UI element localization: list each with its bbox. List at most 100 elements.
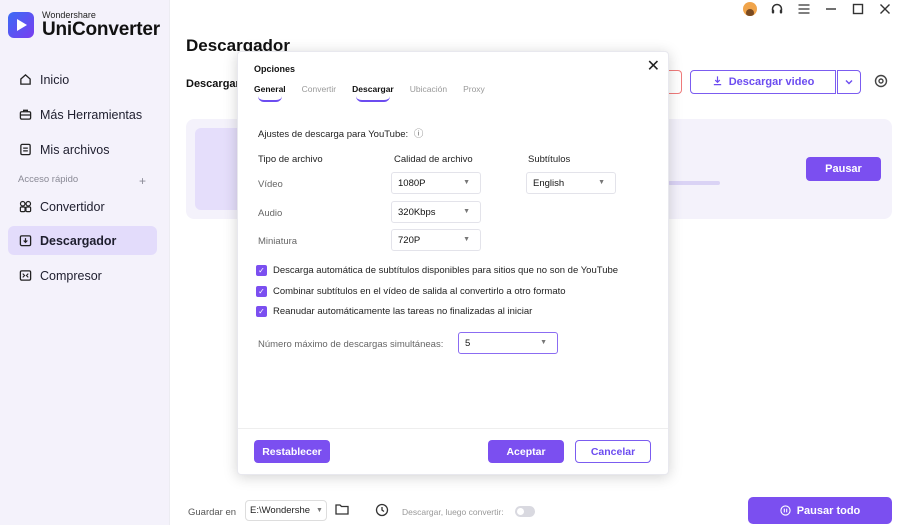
auto-subtitles-label: Descarga automática de subtítulos dispon…: [273, 265, 619, 276]
schedule-clock-icon[interactable]: [375, 503, 389, 517]
minimize-icon[interactable]: [824, 2, 838, 16]
sidebar: Wondershare UniConverter Inicio Más Herr…: [0, 0, 170, 525]
max-downloads-label: Número máximo de descargas simultáneas:: [258, 339, 444, 350]
row-label-thumbnail: Miniatura: [258, 236, 298, 247]
sidebar-item-label: Mis archivos: [40, 142, 110, 157]
quick-access-header: Acceso rápido +: [18, 174, 146, 188]
merge-subtitles-checkbox[interactable]: ✓: [256, 286, 267, 297]
accept-button[interactable]: Aceptar: [488, 440, 564, 463]
save-path-value: E:\Wondershe: [250, 505, 311, 516]
row-label-video: Vídeo: [258, 179, 283, 190]
chevron-down-icon: ▼: [540, 339, 547, 346]
merge-subtitles-label: Combinar subtítulos en el vídeo de salid…: [273, 286, 566, 297]
auto-subtitles-checkbox[interactable]: ✓: [256, 265, 267, 276]
sidebar-item-label: Descargador: [40, 233, 117, 248]
sidebar-item-label: Convertidor: [40, 199, 105, 214]
tab-convertir[interactable]: Convertir: [302, 84, 336, 94]
cancel-button[interactable]: Cancelar: [575, 440, 651, 463]
col-header-subtitles: Subtítulos: [528, 154, 571, 165]
sidebar-item-convertidor[interactable]: Convertidor: [8, 192, 157, 221]
save-location-label: Guardar en: [188, 507, 237, 518]
auto-subtitles-option[interactable]: ✓ Descarga automática de subtítulos disp…: [256, 265, 618, 276]
col-header-type: Tipo de archivo: [258, 154, 323, 165]
tab-descargando[interactable]: Descargando: [186, 78, 238, 90]
resume-tasks-option[interactable]: ✓ Reanudar automáticamente las tareas no…: [256, 306, 532, 317]
sidebar-item-inicio[interactable]: Inicio: [8, 65, 157, 94]
thumbnail-quality-select[interactable]: 720P ▼: [391, 229, 481, 251]
youtube-settings-label: Ajustes de descarga para YouTube: ⓘ: [258, 126, 423, 140]
audio-quality-select[interactable]: 320Kbps ▼: [391, 201, 481, 223]
pause-all-label: Pausar todo: [796, 504, 861, 517]
tab-ubicacion[interactable]: Ubicación: [410, 84, 447, 94]
files-icon: [18, 143, 32, 157]
options-dialog: Opciones ✕ General Convertir Descargar U…: [237, 51, 669, 475]
subtitle-language-value: English: [533, 177, 565, 189]
convert-icon: [18, 200, 32, 214]
app-logo: Wondershare UniConverter: [8, 10, 160, 40]
download-then-convert-label: Descargar, luego convertir:: [402, 507, 504, 517]
download-video-button[interactable]: Descargar video: [690, 70, 836, 94]
chevron-down-icon: ▼: [598, 179, 605, 186]
sidebar-item-label: Más Herramientas: [40, 107, 143, 122]
sidebar-item-compresor[interactable]: Compresor: [8, 261, 157, 290]
dialog-title: Opciones: [254, 64, 296, 74]
toolbox-icon: [18, 108, 32, 122]
maximize-icon[interactable]: [851, 2, 865, 16]
max-downloads-select[interactable]: 5 ▼: [458, 332, 558, 354]
chevron-down-icon: ▼: [463, 208, 470, 215]
window-titlebar: [743, 0, 900, 18]
bottom-bar: Guardar en E:\Wondershe ▼ Descargar, lue…: [170, 495, 900, 525]
col-header-quality: Calidad de archivo: [394, 154, 473, 165]
video-quality-value: 1080P: [398, 177, 426, 189]
reset-button[interactable]: Restablecer: [254, 440, 330, 463]
quick-access-label: Acceso rápido: [18, 174, 79, 185]
add-quick-access-button[interactable]: +: [139, 174, 146, 188]
resume-tasks-checkbox[interactable]: ✓: [256, 306, 267, 317]
chevron-down-icon: ▼: [463, 179, 470, 186]
merge-subtitles-option[interactable]: ✓ Combinar subtítulos en el vídeo de sal…: [256, 286, 566, 297]
sidebar-item-mis-archivos[interactable]: Mis archivos: [8, 135, 157, 164]
resume-tasks-label: Reanudar automáticamente las tareas no f…: [273, 306, 533, 317]
task-progress-bar: [668, 181, 720, 185]
chevron-down-icon: ▼: [463, 236, 470, 243]
tab-general[interactable]: General: [254, 84, 286, 102]
menu-icon[interactable]: [797, 2, 811, 16]
brand-main: UniConverter: [42, 19, 160, 40]
uniconverter-logo-icon: [8, 12, 34, 38]
sidebar-item-label: Compresor: [40, 268, 102, 283]
sidebar-item-descargador[interactable]: Descargador: [8, 226, 157, 255]
youtube-settings-text: Ajustes de descarga para YouTube:: [258, 129, 409, 140]
audio-quality-value: 320Kbps: [398, 206, 436, 218]
settings-gear-icon[interactable]: [873, 73, 889, 89]
row-label-audio: Audio: [258, 208, 283, 219]
open-folder-icon[interactable]: [335, 503, 349, 515]
video-quality-select[interactable]: 1080P ▼: [391, 172, 481, 194]
download-then-convert-toggle[interactable]: [515, 506, 535, 517]
download-options-dropdown[interactable]: [837, 70, 861, 94]
tab-proxy[interactable]: Proxy: [463, 84, 485, 94]
thumbnail-quality-value: 720P: [398, 234, 421, 246]
info-icon[interactable]: ⓘ: [414, 129, 424, 140]
sidebar-item-label: Inicio: [40, 72, 70, 87]
pause-circle-icon: [780, 505, 791, 516]
download-icon: [18, 234, 32, 248]
close-window-icon[interactable]: [878, 2, 892, 16]
pause-task-button[interactable]: Pausar: [806, 157, 881, 181]
download-arrow-icon: [712, 75, 723, 89]
close-dialog-icon[interactable]: ✕: [647, 56, 660, 76]
max-downloads-value: 5: [465, 337, 471, 349]
save-path-select[interactable]: E:\Wondershe ▼: [245, 500, 327, 521]
options-tabs: General Convertir Descargar Ubicación Pr…: [254, 84, 501, 102]
compress-icon: [18, 269, 32, 283]
chevron-down-icon: ▼: [316, 507, 323, 514]
tab-descargar[interactable]: Descargar: [352, 84, 394, 102]
sidebar-item-mas-herramientas[interactable]: Más Herramientas: [8, 100, 157, 129]
chevron-down-icon: [845, 80, 853, 85]
download-video-label: Descargar video: [728, 76, 815, 88]
pause-all-button[interactable]: Pausar todo: [748, 497, 892, 524]
home-icon: [18, 73, 32, 87]
headset-icon[interactable]: [770, 2, 784, 16]
user-avatar[interactable]: [743, 2, 757, 16]
subtitle-language-select[interactable]: English ▼: [526, 172, 616, 194]
dialog-footer-divider: [238, 428, 668, 429]
